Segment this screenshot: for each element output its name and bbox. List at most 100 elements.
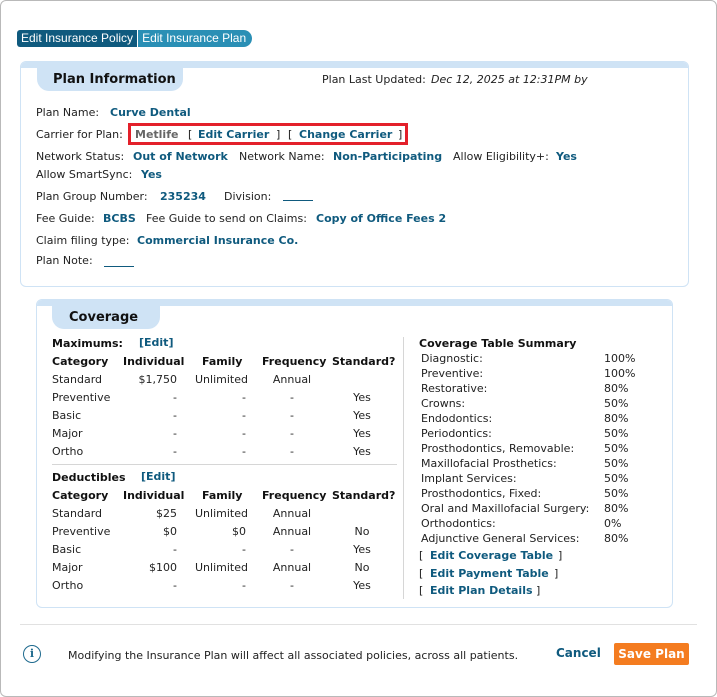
column-header: Category (52, 355, 109, 368)
tab-edit-insurance-policy[interactable]: Edit Insurance Policy (17, 30, 138, 47)
category-cell: Major (52, 561, 83, 574)
category-cell: Standard (52, 373, 103, 386)
tab-bar: Edit Insurance Policy Edit Insurance Pla… (17, 30, 253, 47)
coverage-summary-title: Coverage Table Summary (419, 337, 577, 350)
coverage-category-label: Periodontics: (421, 427, 492, 440)
footer-message: Modifying the Insurance Plan will affect… (68, 649, 519, 662)
frequency-cell: - (290, 409, 294, 422)
save-plan-button[interactable]: Save Plan (614, 643, 689, 665)
standard-cell: Yes (353, 543, 371, 556)
bracket-open: [ (419, 567, 424, 580)
coverage-category-label: Diagnostic: (421, 352, 483, 365)
network-name-value: Non-Participating (333, 150, 443, 163)
coverage-category-label: Preventive: (421, 367, 484, 380)
fee-guide-claims-value: Copy of Office Fees 2 (316, 212, 447, 225)
deductibles-edit-link[interactable]: [Edit] (141, 470, 175, 483)
individual-cell: $25 (156, 507, 177, 520)
coverage-category-label: Crowns: (421, 397, 466, 410)
column-header: Family (202, 355, 243, 368)
plan-note-label: Plan Note: (36, 254, 93, 267)
coverage-percent-value: 50% (604, 442, 629, 455)
eligibility-value: Yes (556, 150, 577, 163)
individual-cell: - (173, 543, 177, 556)
bracket-close: ] (536, 584, 541, 597)
standard-cell: No (354, 561, 370, 574)
coverage-category-label: Oral and Maxillofacial Surgery: (421, 502, 590, 515)
smartsync-label: Allow SmartSync: (36, 168, 133, 181)
coverage-category-label: Restorative: (421, 382, 488, 395)
frequency-cell: Annual (272, 373, 312, 386)
individual-cell: - (173, 409, 177, 422)
coverage-percent-value: 80% (604, 502, 629, 515)
column-header: Standard? (332, 355, 396, 368)
cancel-button[interactable]: Cancel (556, 646, 601, 660)
coverage-percent-value: 80% (604, 382, 629, 395)
column-header: Family (202, 489, 243, 502)
maximums-edit-link[interactable]: [Edit] (139, 336, 173, 349)
individual-cell: $1,750 (138, 373, 178, 386)
coverage-category-label: Adjunctive General Services: (421, 532, 580, 545)
edit-plan-details-link[interactable]: Edit Plan Details (430, 584, 533, 597)
bracket-close: ] (558, 549, 563, 562)
deductibles-title: Deductibles (52, 471, 126, 484)
coverage-percent-value: 100% (604, 352, 636, 365)
group-number-label: Plan Group Number: (36, 190, 148, 203)
coverage-percent-value: 0% (604, 517, 622, 530)
frequency-cell: - (290, 543, 294, 556)
claim-type-value: Commercial Insurance Co. (137, 234, 299, 247)
frequency-cell: Annual (272, 525, 312, 538)
bracket-open: [ (419, 584, 424, 597)
category-cell: Preventive (52, 525, 111, 538)
carrier-label: Carrier for Plan: (36, 128, 123, 141)
fee-guide-value: BCBS (103, 212, 136, 225)
coverage-percent-value: 80% (604, 412, 629, 425)
column-header: Frequency (262, 489, 327, 502)
category-cell: Preventive (52, 391, 111, 404)
family-cell: - (242, 409, 246, 422)
family-cell: - (242, 445, 246, 458)
frequency-cell: Annual (272, 561, 312, 574)
family-cell: - (242, 579, 246, 592)
frequency-cell: - (290, 427, 294, 440)
footer-divider (20, 624, 697, 625)
standard-cell: Yes (353, 409, 371, 422)
division-label: Division: (224, 190, 272, 203)
info-icon: i (23, 645, 41, 663)
edit-coverage-table-link[interactable]: Edit Coverage Table (430, 549, 553, 562)
coverage-percent-value: 50% (604, 472, 629, 485)
last-updated-value: Dec 12, 2025 at 12:31PM by (431, 73, 588, 86)
individual-cell: - (173, 427, 177, 440)
network-status-label: Network Status: (36, 150, 125, 163)
family-cell: Unlimited (195, 373, 248, 386)
coverage-category-label: Prosthodontics, Removable: (421, 442, 575, 455)
group-number-value: 235234 (160, 190, 206, 203)
individual-cell: - (173, 391, 177, 404)
network-status-value: Out of Network (133, 150, 228, 163)
coverage-vertical-divider (403, 337, 404, 599)
tab-edit-insurance-plan[interactable]: Edit Insurance Plan (138, 30, 253, 47)
coverage-percent-value: 50% (604, 487, 629, 500)
coverage-category-label: Maxillofacial Prosthetics: (421, 457, 557, 470)
coverage-percent-value: 50% (604, 397, 629, 410)
frequency-cell: Annual (272, 507, 312, 520)
maximums-title: Maximums: (52, 337, 123, 350)
plan-name-value: Curve Dental (110, 106, 191, 119)
coverage-category-label: Implant Services: (421, 472, 517, 485)
column-header: Standard? (332, 489, 396, 502)
division-empty-value (283, 200, 313, 201)
fee-guide-label: Fee Guide: (36, 212, 95, 225)
carrier-highlight-box (128, 123, 408, 145)
frequency-cell: - (290, 579, 294, 592)
category-cell: Basic (52, 543, 82, 556)
fee-guide-claims-label: Fee Guide to send on Claims: (146, 212, 307, 225)
coverage-header: Coverage (52, 306, 160, 329)
eligibility-label: Allow Eligibility+: (453, 150, 549, 163)
column-header: Individual (123, 489, 185, 502)
category-cell: Ortho (52, 445, 84, 458)
plan-information-header: Plan Information (37, 68, 183, 91)
column-header: Frequency (262, 355, 327, 368)
family-cell: Unlimited (195, 507, 248, 520)
category-cell: Major (52, 427, 83, 440)
column-header: Individual (123, 355, 185, 368)
edit-payment-table-link[interactable]: Edit Payment Table (430, 567, 549, 580)
